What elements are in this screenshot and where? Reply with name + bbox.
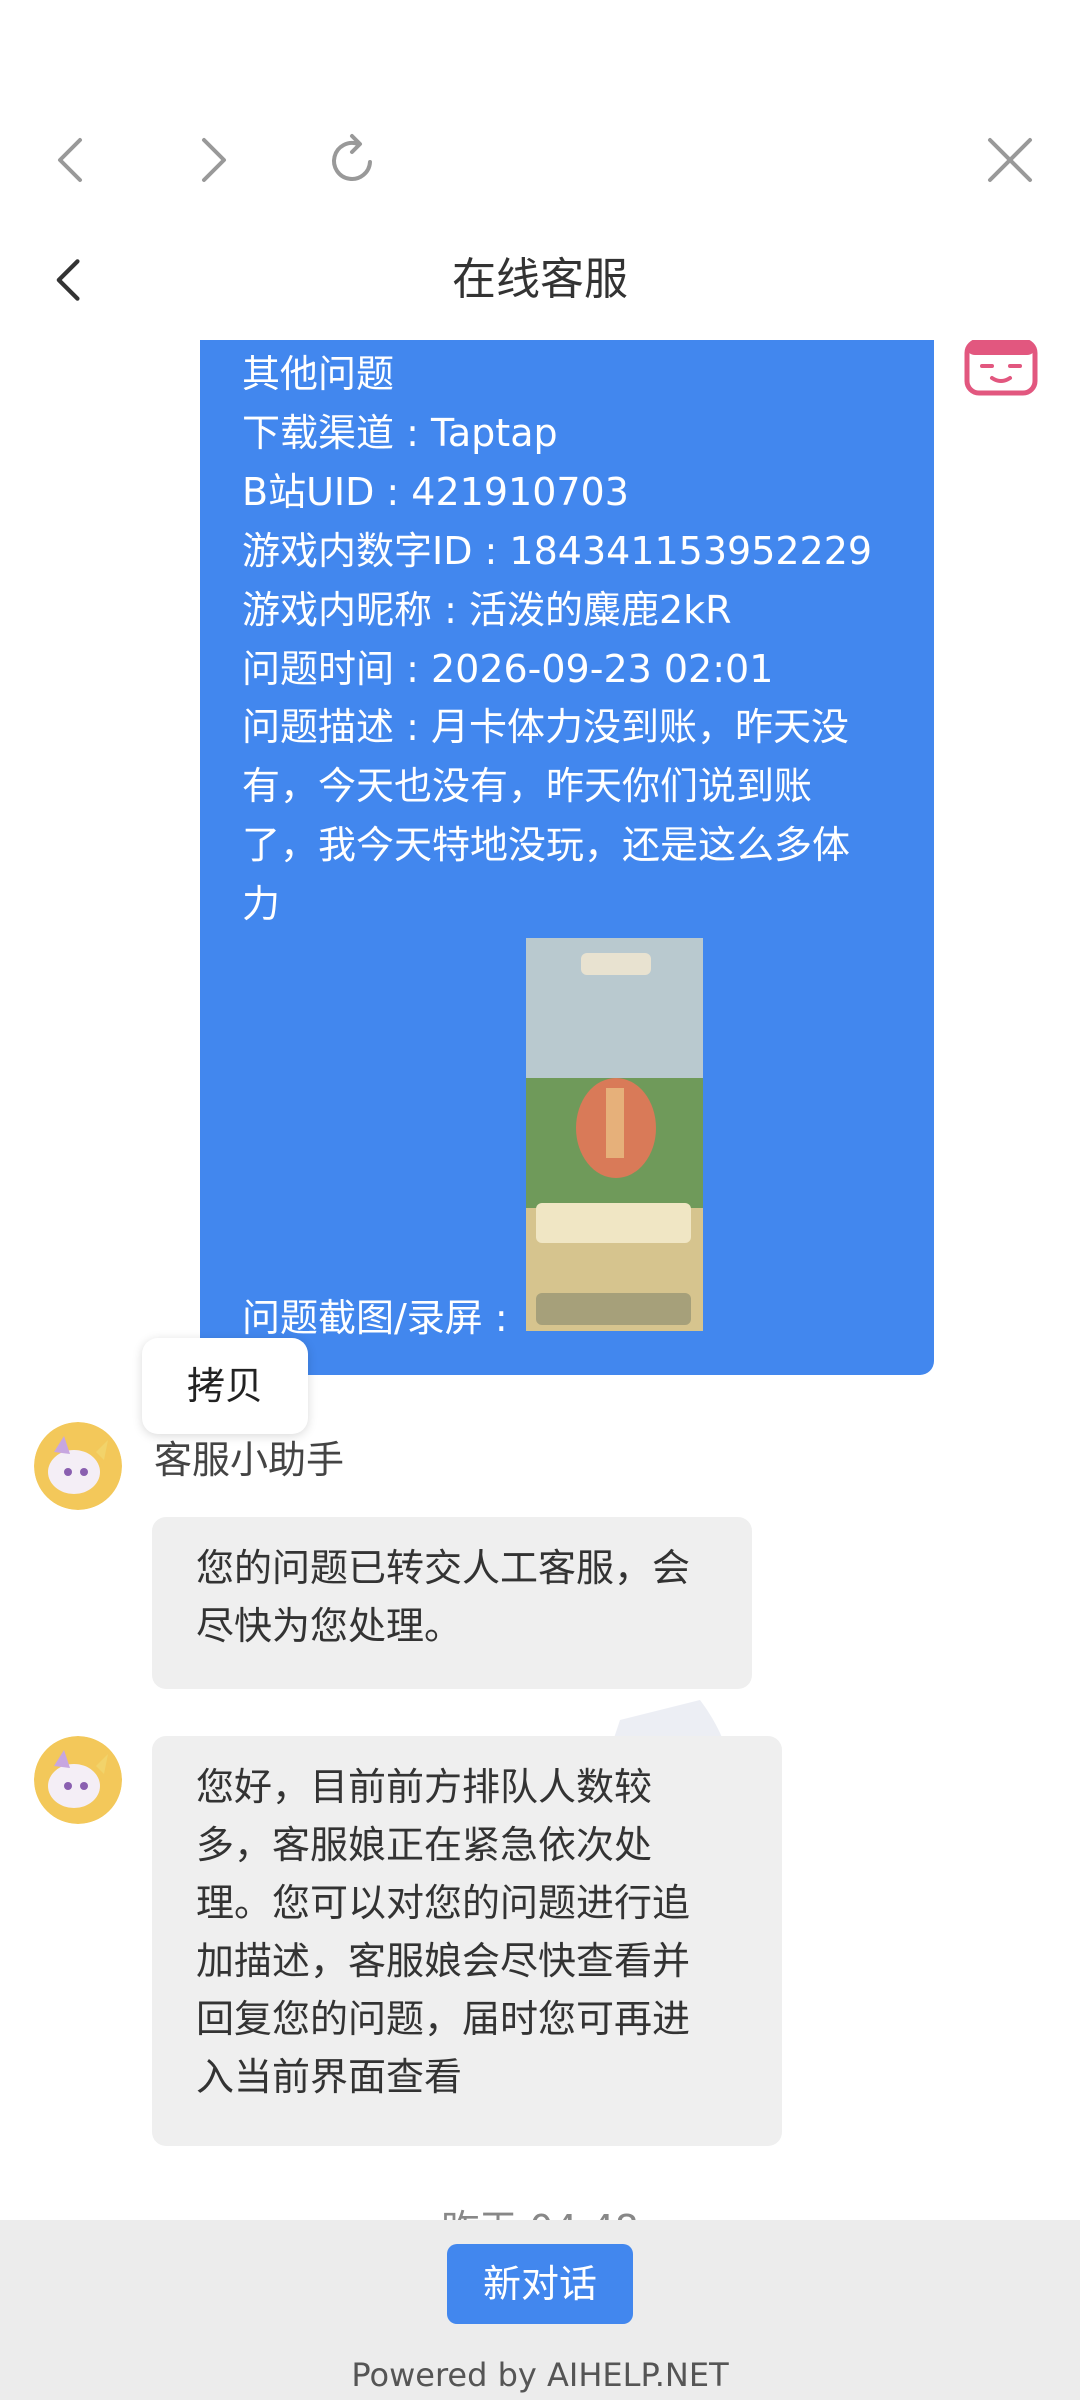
message-line: 问题时间 : 2026-09-23 02:01 — [242, 647, 774, 691]
message-line: 游戏内数字ID : 184341153952229 — [242, 529, 873, 573]
chat-header: 在线客服 — [0, 236, 1080, 324]
close-icon — [988, 138, 1032, 182]
forward-nav-button[interactable] — [172, 120, 252, 200]
message-line: 多，客服娘正在紧急依次处 — [196, 1823, 653, 1867]
message-timestamp: 昨天 04:48 — [0, 2198, 1080, 2220]
problem-description: 问题描述 : 月卡体力没到账，昨天没有，今天也没有，昨天你们说到账了，我今天特地… — [242, 705, 851, 926]
reload-button[interactable] — [312, 120, 392, 200]
message-line: B站UID : 421910703 — [242, 470, 629, 514]
close-button[interactable] — [970, 120, 1050, 200]
powered-by-label[interactable]: Powered by AIHELP.NET — [0, 2356, 1080, 2394]
agent-message-bubble[interactable]: 您的问题已转交人工客服，会 尽快为您处理。 — [152, 1517, 752, 1689]
agent-avatar[interactable] — [34, 1422, 122, 1510]
message-line: 尽快为您处理。 — [196, 1604, 463, 1648]
copy-menu-item[interactable]: 拷贝 — [142, 1338, 308, 1434]
message-line: 入当前界面查看 — [196, 2055, 463, 2099]
refresh-icon — [332, 134, 372, 181]
new-chat-button[interactable]: 新对话 — [447, 2244, 633, 2324]
message-line: 您的问题已转交人工客服，会 — [196, 1546, 691, 1590]
avatar-icon — [34, 1736, 122, 1824]
user-message-bubble[interactable]: 其他问题 下载渠道 : Taptap B站UID : 421910703 游戏内… — [200, 340, 934, 1375]
message-line: 理。您可以对您的问题进行追 — [196, 1881, 691, 1925]
attached-game-screenshot[interactable] — [526, 938, 703, 1331]
chat-messages: 其他问题 下载渠道 : Taptap B站UID : 421910703 游戏内… — [0, 340, 1080, 2220]
agent-message-bubble[interactable]: 您好，目前前方排队人数较 多，客服娘正在紧急依次处 理。您可以对您的问题进行追 … — [152, 1736, 782, 2146]
agent-name: 客服小助手 — [154, 1438, 345, 1482]
avatar-icon — [34, 1422, 122, 1510]
message-line: 游戏内昵称 : 活泼的麋鹿2kR — [242, 588, 732, 632]
message-line: 回复您的问题，届时您可再进 — [196, 1997, 691, 2041]
game-screenshot-image — [526, 938, 703, 1331]
message-line: 您好，目前前方排队人数较 — [196, 1765, 653, 1809]
browser-toolbar — [0, 0, 1080, 240]
agent-avatar[interactable] — [34, 1736, 122, 1824]
smile-face-icon[interactable] — [964, 340, 1038, 396]
message-line: 下载渠道 : Taptap — [242, 411, 558, 455]
chevron-right-icon — [202, 138, 226, 182]
chevron-left-icon — [58, 138, 82, 182]
message-line: 其他问题 — [242, 352, 395, 396]
chat-footer: 新对话 Powered by AIHELP.NET — [0, 2220, 1080, 2400]
back-nav-button[interactable] — [32, 120, 112, 200]
page-title: 在线客服 — [452, 254, 628, 305]
message-line: 加描述，客服娘会尽快查看并 — [196, 1939, 691, 1983]
